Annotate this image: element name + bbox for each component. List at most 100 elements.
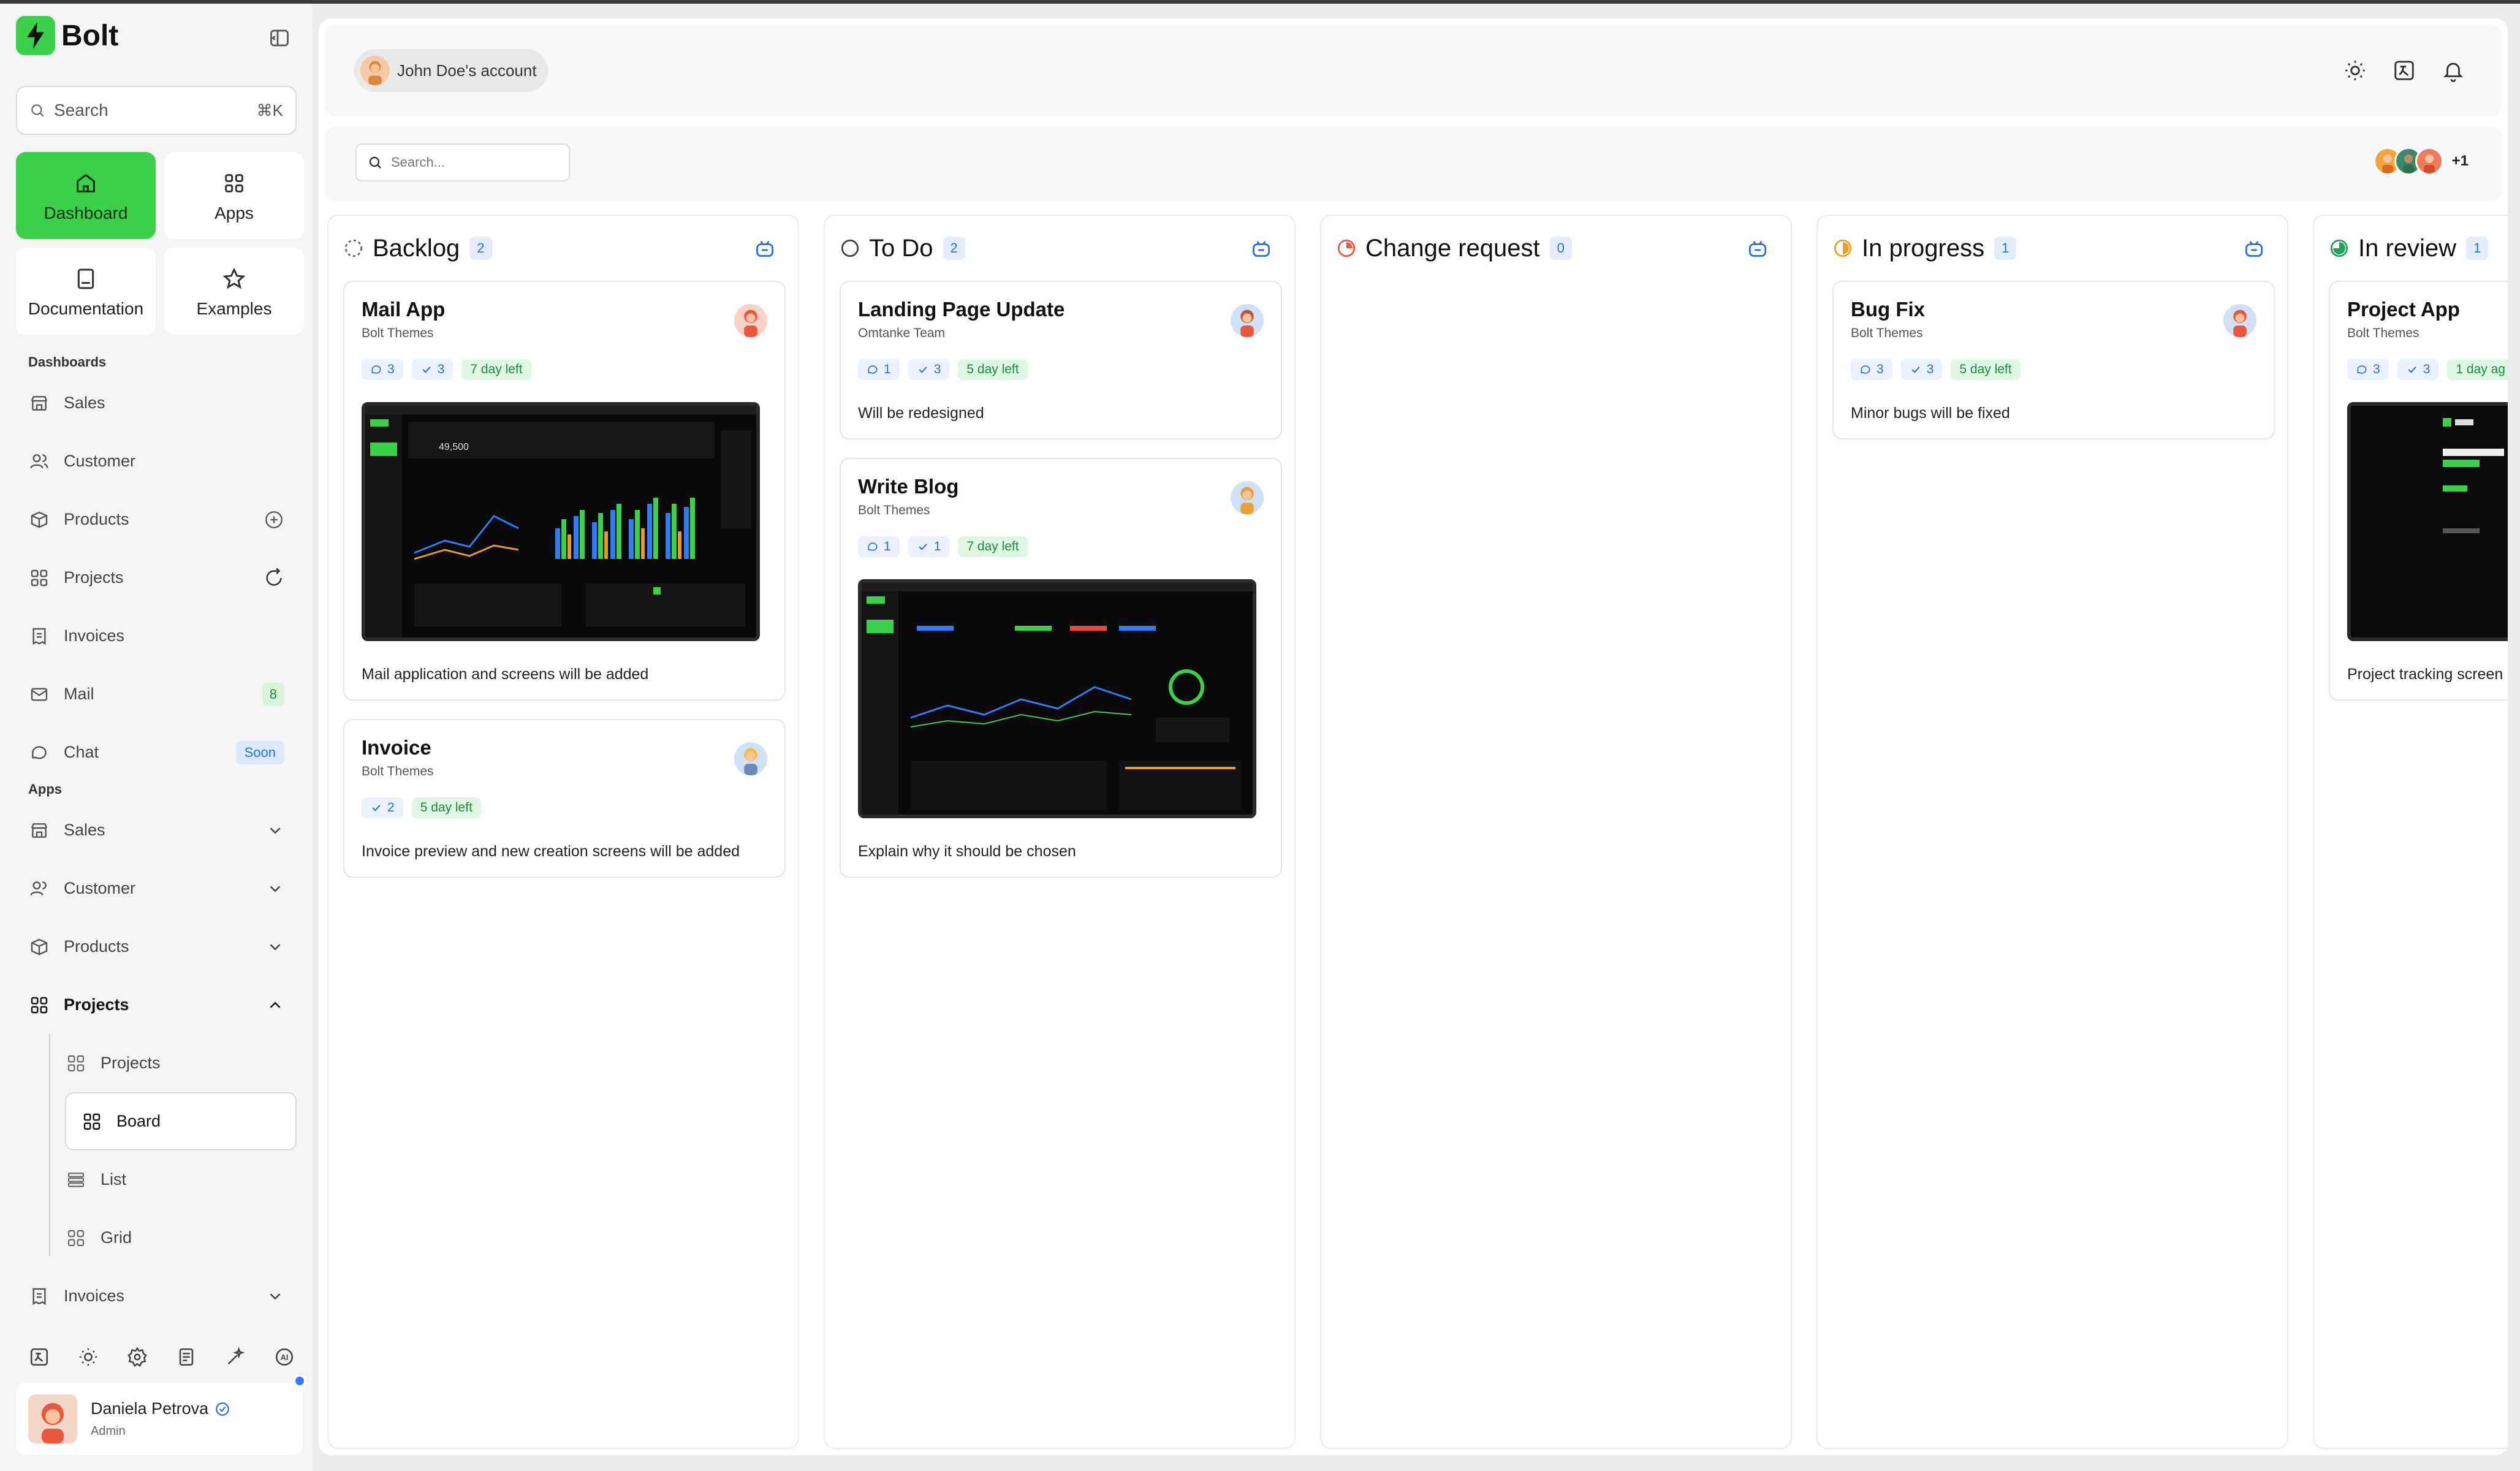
bell-icon[interactable] [2439,56,2467,85]
sidebar: Bolt Search ⌘K Dashboard Apps Documentat… [0,4,313,1471]
team-avatars[interactable]: +1 [2373,147,2469,175]
sidebar-item-sales[interactable]: Sales [16,374,297,432]
chevron-down-icon[interactable] [266,1287,284,1306]
add-card-icon[interactable] [1249,238,1273,262]
task-card-landing-page[interactable]: Landing Page Update Omtanke Team 1 3 5 d… [840,281,1282,439]
quick-dashboard-label: Dashboard [44,203,128,222]
checklist-tag: 2 [362,797,403,818]
quick-dashboard[interactable]: Dashboard [16,152,156,239]
layout-icon [28,567,50,589]
task-card-write-blog[interactable]: Write Blog Bolt Themes 1 1 7 day left Ex… [840,458,1282,878]
avatar [1231,304,1264,337]
account-switcher[interactable]: John Doe's account [354,49,548,92]
translate-icon[interactable] [2390,56,2418,85]
sidebar-item-label: Customer [64,452,136,470]
card-subtitle: Bolt Themes [1851,326,1923,340]
sidebar-item-label: Projects [64,995,129,1014]
avatar [734,304,767,337]
task-card-bug-fix[interactable]: Bug Fix Bolt Themes 3 3 5 day left Minor… [1832,281,2275,439]
sidebar-item-projects[interactable]: Projects [16,549,297,607]
main-content: John Doe's account Search... +1 Backlog … [319,18,2508,1455]
checks-count: 3 [2423,362,2431,376]
board-toolbar: Search... +1 [325,126,2502,201]
bolt-logo-icon [16,16,55,55]
check-icon [2408,367,2416,373]
ai-icon[interactable]: AI [272,1345,297,1369]
translate-icon[interactable] [27,1345,51,1369]
subnav-board[interactable]: Board [65,1092,297,1150]
comments-count: 3 [1877,362,1884,376]
chevron-down-icon[interactable] [266,821,284,840]
card-subtitle: Bolt Themes [2347,326,2419,340]
column-title: Change request [1365,234,1540,262]
check-icon [1911,367,1920,373]
brand[interactable]: Bolt [16,15,297,56]
sidebar-item-customer[interactable]: Customer [16,432,297,490]
list-icon [65,1169,87,1191]
check-icon [372,805,381,812]
top-header: John Doe's account [325,25,2502,116]
comments-tag: 3 [362,359,403,380]
svg-text:AI: AI [281,1353,289,1362]
sidebar-search[interactable]: Search ⌘K [16,86,297,135]
sidebar-item-label: Sales [64,821,105,839]
card-title: Mail App [362,298,446,321]
comment-icon [868,542,878,551]
comments-tag: 1 [858,359,900,380]
subnav-grid[interactable]: Grid [34,1209,297,1267]
sidebar-item-invoices[interactable]: Invoices [16,607,297,665]
task-card-invoice[interactable]: Invoice Bolt Themes 2 5 day left Invoice… [343,719,786,878]
quick-documentation[interactable]: Documentation [16,248,156,335]
checklist-tag: 3 [908,359,950,380]
dashboard-screenshot-thumbnail: 49,500 [362,402,760,641]
sidebar-app-projects[interactable]: Projects [16,976,297,1034]
checklist-tag: 3 [411,359,454,380]
brand-name: Bolt [61,19,119,52]
checks-count: 3 [933,362,941,376]
sidebar-app-products[interactable]: Products [16,918,297,976]
chevron-down-icon[interactable] [266,938,284,956]
sidebar-app-sales[interactable]: Sales [16,801,297,859]
chevron-up-icon[interactable] [266,996,284,1014]
add-card-icon[interactable] [1745,238,1770,262]
avatar [28,1394,77,1443]
subnav-list[interactable]: List [34,1150,297,1209]
sidebar-app-invoices[interactable]: Invoices [16,1267,297,1325]
sun-icon[interactable] [76,1345,101,1369]
settings-icon[interactable] [125,1345,150,1369]
analytics-screenshot-thumbnail [858,579,1256,818]
quick-examples[interactable]: Examples [164,248,304,335]
sidebar-item-mail[interactable]: Mail 8 [16,665,297,723]
column-title: In progress [1862,234,1985,262]
task-card-mail-app[interactable]: Mail App Bolt Themes 3 3 7 day left 49,5… [343,281,786,701]
users-icon [28,878,50,900]
checks-count: 1 [933,539,941,553]
board-search-input[interactable]: Search... [355,143,570,181]
comment-icon [868,365,878,374]
sidebar-app-customer[interactable]: Customer [16,859,297,918]
sidebar-item-label: Products [64,510,129,528]
sun-icon[interactable] [2341,56,2369,85]
sidebar-item-label: Mail [64,685,94,703]
magic-wand-icon[interactable] [223,1345,248,1369]
add-card-icon[interactable] [753,238,777,262]
sidebar-item-products[interactable]: Products [16,490,297,549]
column-count-badge: 1 [2466,237,2489,260]
quick-apps[interactable]: Apps [164,152,304,239]
chevron-down-icon[interactable] [266,880,284,898]
sidebar-item-label: Grid [101,1228,132,1247]
task-card-project-app[interactable]: Project App Bolt Themes 3 3 1 day ag Pro… [2329,281,2508,701]
layout-icon [81,1111,103,1133]
add-circle-icon[interactable] [264,509,284,530]
sidebar-collapse-icon[interactable] [267,26,292,50]
card-description: Invoice preview and new creation screens… [362,843,740,860]
docs-icon[interactable] [174,1345,199,1369]
mail-icon [28,683,50,705]
subnav-projects[interactable]: Projects [34,1034,297,1092]
user-card[interactable]: Daniela Petrova Admin [16,1374,306,1455]
refresh-icon[interactable] [264,568,284,588]
chat-icon [28,742,50,764]
add-card-icon[interactable] [2242,238,2266,262]
sidebar-item-chat[interactable]: Chat Soon [16,723,297,781]
due-tag: 5 day left [958,359,1028,380]
